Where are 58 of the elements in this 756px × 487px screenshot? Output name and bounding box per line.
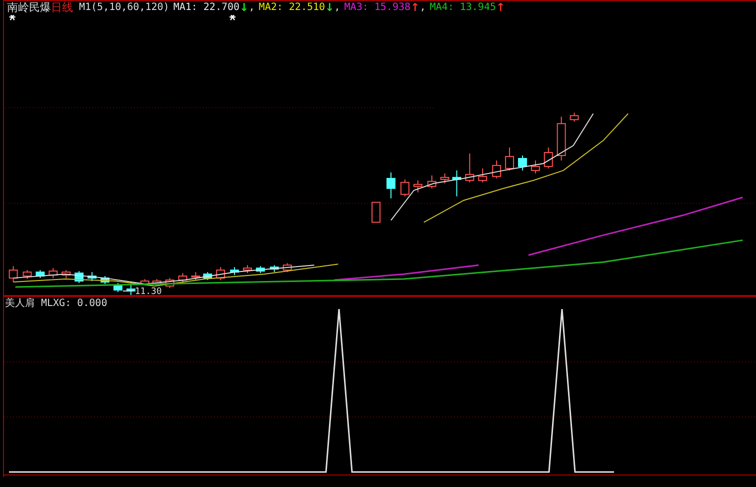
- candlestick: [544, 147, 553, 169]
- period-label: 日线: [51, 0, 73, 15]
- stock-name: 南岭民爆: [7, 0, 51, 15]
- candlestick: [492, 160, 502, 179]
- separator: ,: [420, 2, 426, 13]
- leader-line: [122, 290, 134, 292]
- average-value: MA2: 22.510: [258, 2, 326, 13]
- candlestick: [8, 266, 18, 283]
- candlestick: [282, 262, 292, 273]
- indicator-title: 美人肩: [5, 296, 35, 310]
- candlestick: [256, 266, 265, 274]
- candlestick: [62, 270, 71, 279]
- trend-arrow: ↓: [240, 1, 249, 14]
- average-value: MA4: 13.945: [430, 2, 496, 13]
- marker-icon: [230, 15, 236, 20]
- marker-icon: [9, 15, 16, 20]
- candlestick: [452, 170, 462, 197]
- trend-arrow: ↑: [496, 1, 506, 14]
- candlestick: [165, 278, 174, 289]
- low-price-label: 11.30: [134, 287, 162, 295]
- indicator-label: M1(5,10,60,120): [79, 2, 170, 13]
- candlestick: [113, 282, 122, 292]
- candlestick: [386, 172, 396, 199]
- candlestick: [570, 112, 579, 122]
- candlestick: [216, 266, 226, 281]
- candlestick: [505, 147, 514, 171]
- candlestick: [478, 168, 488, 183]
- candlestick: [126, 284, 136, 295]
- separator: ,: [248, 2, 255, 13]
- candlestick: [243, 264, 252, 274]
- candlestick: [48, 268, 58, 279]
- candlestick: [556, 116, 566, 161]
- indicator-reading: MLXG: 0.000: [41, 298, 108, 308]
- candlestick: [518, 155, 527, 171]
- candlestick: [203, 272, 212, 281]
- candlestick: [36, 270, 45, 279]
- candlestick: [140, 278, 150, 286]
- candlestick: [413, 180, 422, 193]
- candlestick: [400, 178, 410, 197]
- candlestick: [530, 160, 540, 174]
- average-value: MA1: 22.700: [173, 2, 240, 13]
- trend-arrow: ↑: [410, 1, 420, 14]
- candlestick: [427, 174, 436, 189]
- separator: ,: [334, 2, 340, 13]
- candlestick: [152, 278, 162, 286]
- candlestick: [372, 202, 380, 223]
- candlestick: [191, 272, 200, 281]
- candlestick: [230, 266, 239, 276]
- candlestick: [178, 272, 188, 284]
- average-value: MA3: 15.938: [344, 2, 411, 13]
- candlestick: [465, 153, 474, 183]
- candlestick: [270, 264, 279, 273]
- candlestick: [100, 276, 110, 285]
- trend-arrow: ↓: [325, 1, 334, 14]
- candlestick: [440, 172, 450, 184]
- candlestick: [74, 270, 84, 284]
- candlestick: [88, 272, 97, 282]
- candlestick: [22, 270, 32, 280]
